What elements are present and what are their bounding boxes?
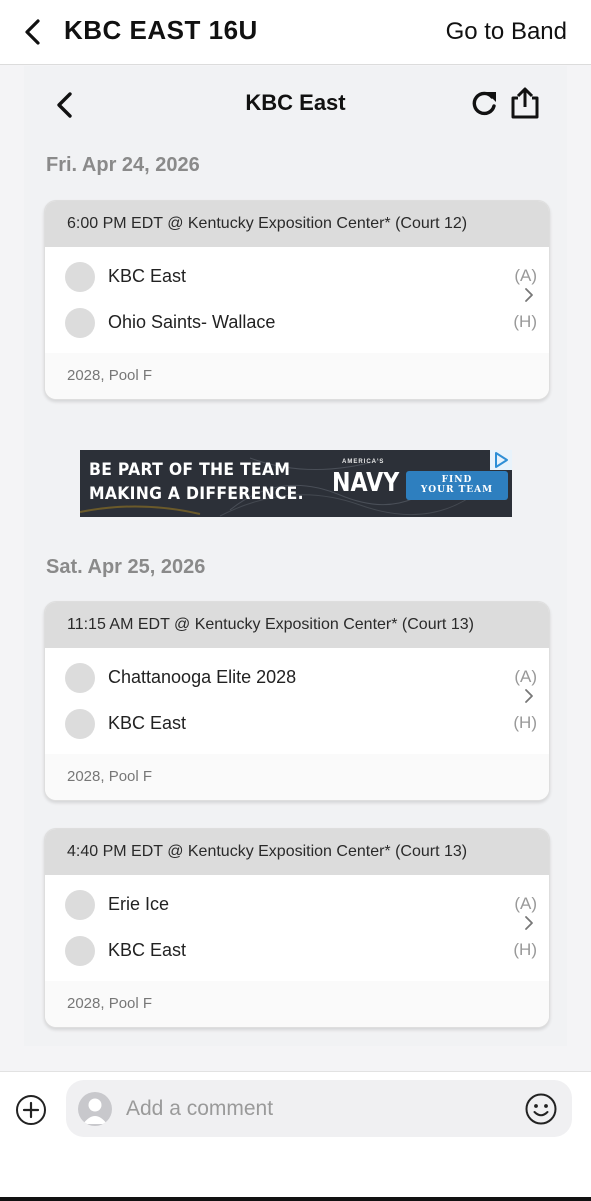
chevron-right-icon	[525, 689, 533, 703]
team-row: KBC East (H)	[65, 936, 537, 966]
plus-circle-icon[interactable]	[15, 1094, 47, 1126]
team-name: Chattanooga Elite 2028	[108, 667, 297, 687]
comment-bar: Add a comment	[0, 1071, 591, 1201]
game-teams: Chattanooga Elite 2028 (A) KBC East (H)	[45, 648, 549, 754]
comment-input[interactable]: Add a comment	[66, 1080, 572, 1137]
game-teams: KBC East (A) Ohio Saints- Wallace (H)	[45, 247, 549, 353]
team-logo-placeholder	[65, 709, 95, 739]
game-teams: Erie Ice (A) KBC East (H)	[45, 875, 549, 981]
user-avatar-icon	[78, 1092, 112, 1126]
ad-brand-tagline: AMERICA'S	[342, 459, 385, 465]
game-card[interactable]: 11:15 AM EDT @ Kentucky Exposition Cente…	[44, 601, 550, 801]
team-row: Ohio Saints- Wallace (H)	[65, 308, 537, 338]
find-your-team-button[interactable]: FIND YOUR TEAM	[406, 471, 508, 500]
game-division-pool: 2028, Pool F	[45, 981, 549, 1027]
team-logo-placeholder	[65, 308, 95, 338]
chevron-right-icon	[525, 916, 533, 930]
share-icon[interactable]	[508, 86, 542, 120]
go-to-band-link[interactable]: Go to Band	[446, 18, 567, 46]
game-card[interactable]: 6:00 PM EDT @ Kentucky Exposition Center…	[44, 200, 550, 400]
back-chevron-icon[interactable]	[18, 16, 48, 48]
navy-logo-text: NAVY	[332, 468, 400, 498]
refresh-icon[interactable]	[468, 88, 500, 120]
game-division-pool: 2028, Pool F	[45, 754, 549, 800]
team-name: KBC East	[108, 940, 187, 960]
team-row: KBC East (H)	[65, 709, 537, 739]
date-heading: Fri. Apr 24, 2026	[46, 154, 200, 176]
schedule-webview: KBC East Fri. Apr 24, 2026 6:00 PM EDT @…	[24, 66, 567, 1046]
navy-ad-banner[interactable]: BE PART OF THE TEAM MAKING A DIFFERENCE.…	[80, 450, 512, 517]
away-home-indicator: (A)	[514, 266, 537, 285]
team-logo-placeholder	[65, 663, 95, 693]
game-time-location: 4:40 PM EDT @ Kentucky Exposition Center…	[45, 829, 549, 875]
away-home-indicator: (H)	[513, 312, 537, 331]
away-home-indicator: (A)	[514, 667, 537, 686]
team-logo-placeholder	[65, 262, 95, 292]
away-home-indicator: (A)	[514, 894, 537, 913]
game-time-location: 6:00 PM EDT @ Kentucky Exposition Center…	[45, 201, 549, 247]
adchoices-icon[interactable]	[490, 450, 512, 470]
date-heading: Sat. Apr 25, 2026	[46, 556, 206, 578]
team-row: Chattanooga Elite 2028 (A)	[65, 663, 537, 693]
ad-headline-line1: BE PART OF THE TEAM	[89, 460, 291, 480]
team-logo-placeholder	[65, 890, 95, 920]
ad-headline-line2: MAKING A DIFFERENCE.	[89, 484, 304, 504]
game-card[interactable]: 4:40 PM EDT @ Kentucky Exposition Center…	[44, 828, 550, 1028]
group-title: KBC EAST 16U	[64, 15, 258, 45]
comment-placeholder: Add a comment	[126, 1097, 274, 1120]
away-home-indicator: (H)	[513, 940, 537, 959]
team-name: Ohio Saints- Wallace	[108, 312, 276, 332]
cta-line1: FIND	[441, 475, 473, 485]
team-name: KBC East	[108, 266, 187, 286]
game-time-location: 11:15 AM EDT @ Kentucky Exposition Cente…	[45, 602, 549, 648]
team-name: Erie Ice	[108, 894, 170, 914]
team-name: KBC East	[108, 713, 187, 733]
top-navigation-bar: KBC EAST 16U Go to Band	[0, 0, 591, 65]
team-logo-placeholder	[65, 936, 95, 966]
team-row: Erie Ice (A)	[65, 890, 537, 920]
away-home-indicator: (H)	[513, 713, 537, 732]
cta-line2: YOUR TEAM	[420, 485, 494, 495]
chevron-right-icon	[525, 288, 533, 302]
team-row: KBC East (A)	[65, 262, 537, 292]
smiley-icon[interactable]	[524, 1092, 558, 1126]
home-indicator	[0, 1197, 591, 1201]
game-division-pool: 2028, Pool F	[45, 353, 549, 399]
